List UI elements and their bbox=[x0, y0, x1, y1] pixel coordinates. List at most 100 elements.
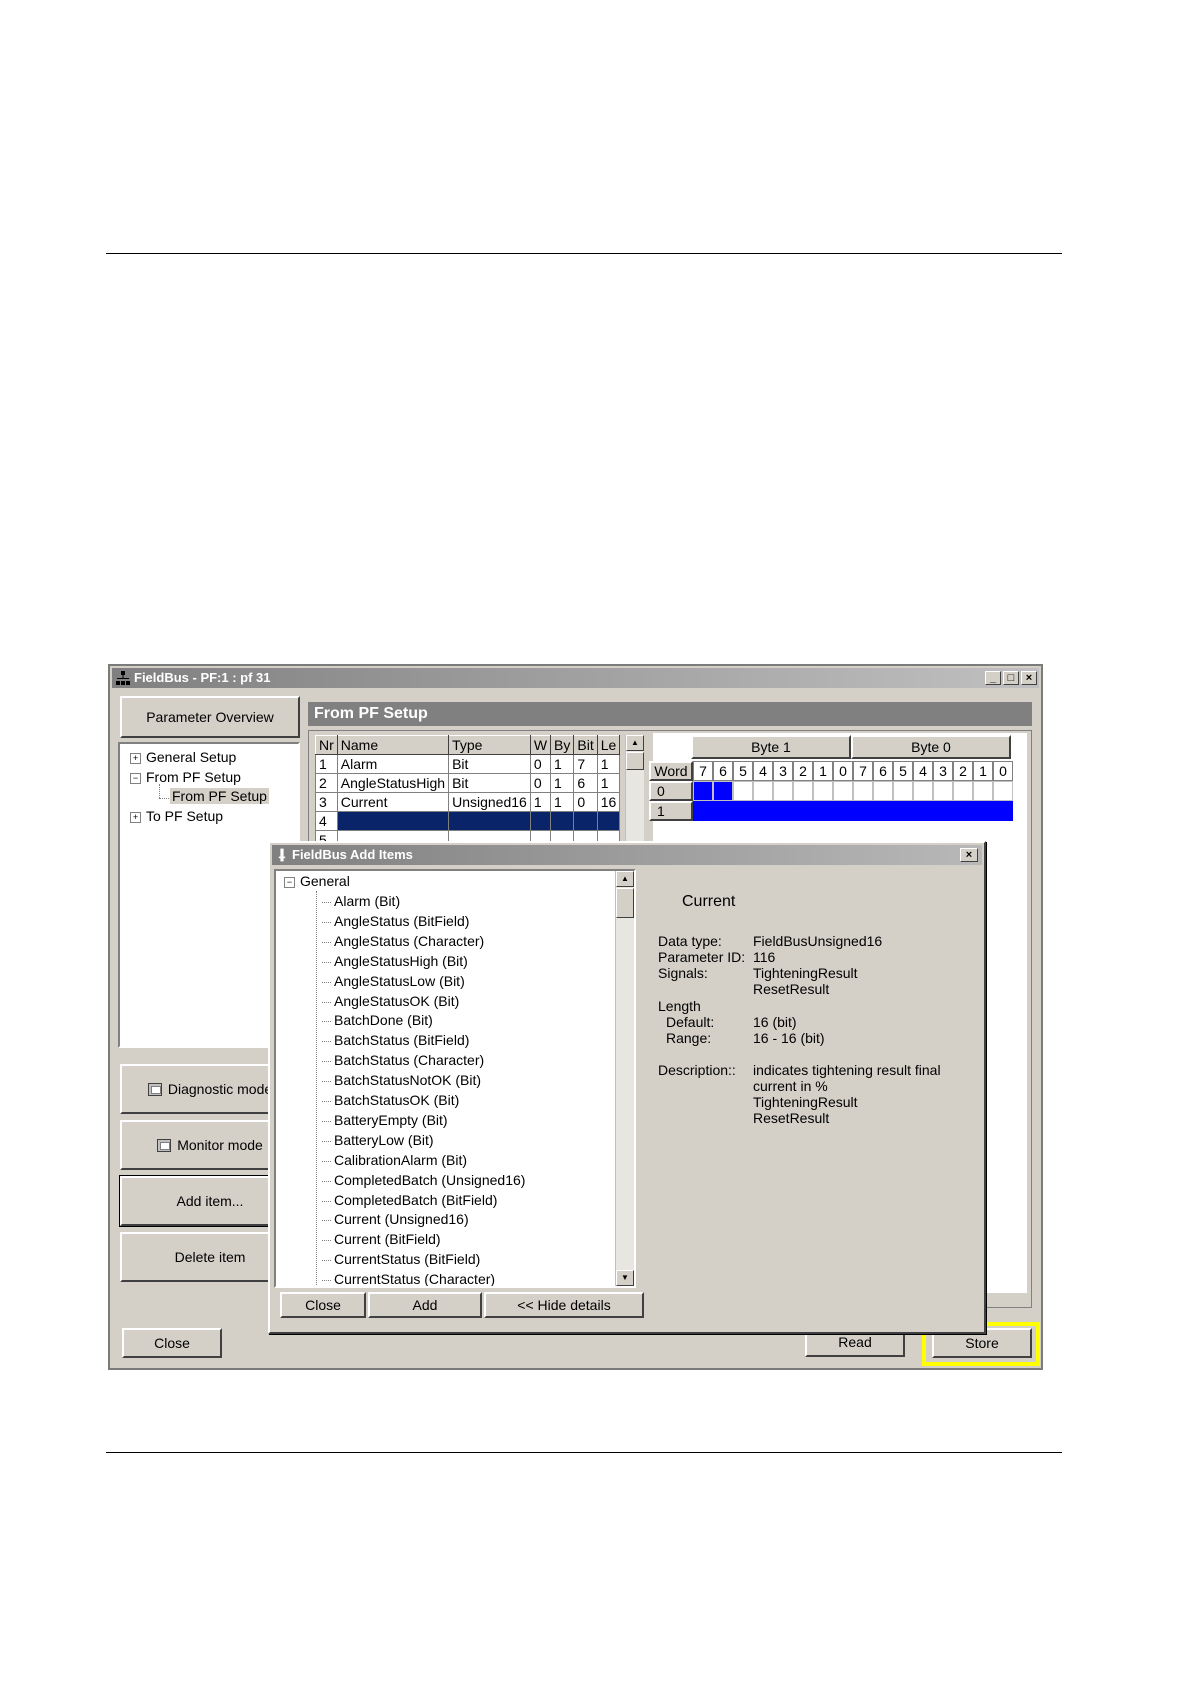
bit-cell[interactable] bbox=[853, 781, 873, 801]
list-item[interactable]: AngleStatus (BitField) bbox=[321, 913, 469, 929]
close-icon[interactable]: × bbox=[1021, 671, 1037, 685]
scroll-up-icon[interactable]: ▲ bbox=[616, 871, 634, 887]
hide-details-button[interactable]: << Hide details bbox=[484, 1292, 644, 1318]
list-item[interactable]: CompletedBatch (BitField) bbox=[321, 1192, 497, 1208]
bit-cell[interactable] bbox=[753, 781, 773, 801]
maximize-icon[interactable]: □ bbox=[1003, 671, 1019, 685]
bit-cell[interactable] bbox=[793, 781, 813, 801]
word-row-0: 0 bbox=[649, 781, 693, 801]
column-header[interactable]: Bit bbox=[573, 735, 598, 755]
items-table[interactable]: Nr Name Type W By Bit Le 1 Alarm Bit 0171 … bbox=[315, 735, 621, 850]
list-item[interactable]: BatchStatusOK (Bit) bbox=[321, 1092, 459, 1108]
monitor-icon bbox=[157, 1138, 172, 1152]
default-label: Default: bbox=[666, 1014, 715, 1030]
list-item[interactable]: AngleStatusOK (Bit) bbox=[321, 993, 459, 1009]
list-item[interactable]: CompletedBatch (Unsigned16) bbox=[321, 1172, 525, 1188]
expand-icon[interactable]: + bbox=[130, 752, 141, 764]
collapse-icon[interactable]: − bbox=[130, 772, 141, 784]
bit-column-header: 2 bbox=[953, 761, 973, 781]
bit-cell[interactable] bbox=[873, 781, 893, 801]
column-header[interactable]: W bbox=[529, 735, 552, 755]
items-table-scrollbar[interactable]: ▲ bbox=[625, 735, 644, 845]
monitor-icon bbox=[147, 1082, 162, 1096]
scroll-up-icon[interactable]: ▲ bbox=[626, 735, 644, 751]
bit-cell[interactable] bbox=[993, 781, 1013, 801]
expand-icon[interactable]: + bbox=[130, 811, 141, 823]
window-titlebar[interactable]: FieldBus - PF:1 : pf 31 _ □ × bbox=[112, 668, 1039, 688]
bit-cell[interactable] bbox=[693, 781, 713, 801]
signals-label: Signals: bbox=[658, 965, 708, 981]
list-item[interactable]: CurrentStatus (BitField) bbox=[321, 1251, 480, 1267]
list-item[interactable]: AngleStatusHigh (Bit) bbox=[322, 953, 468, 969]
list-item[interactable]: CalibrationAlarm (Bit) bbox=[321, 1152, 467, 1168]
list-item[interactable]: BatchStatus (Character) bbox=[321, 1052, 484, 1068]
bit-cell[interactable] bbox=[913, 781, 933, 801]
list-item[interactable]: AngleStatusLow (Bit) bbox=[322, 973, 465, 989]
list-item[interactable]: BatchStatusNotOK (Bit) bbox=[321, 1072, 481, 1088]
column-header[interactable]: Type bbox=[448, 735, 531, 755]
table-row[interactable]: 2 AngleStatusHigh Bit 0161 bbox=[315, 773, 621, 793]
dialog-close-button[interactable]: Close bbox=[280, 1292, 366, 1318]
bit-cell[interactable] bbox=[953, 781, 973, 801]
parameter-id-label: Parameter ID: bbox=[658, 949, 746, 965]
description-value: current in % bbox=[753, 1078, 828, 1094]
dialog-titlebar[interactable]: FieldBus Add Items × bbox=[272, 845, 982, 865]
list-item[interactable]: BatteryLow (Bit) bbox=[322, 1132, 434, 1148]
table-row[interactable]: 1 Alarm Bit 0171 bbox=[315, 754, 621, 774]
tree-item-from-pf-setup-child[interactable]: From PF Setup bbox=[170, 788, 269, 804]
bit-cell[interactable] bbox=[893, 781, 913, 801]
column-header[interactable]: Le bbox=[596, 735, 621, 755]
window-title: FieldBus - PF:1 : pf 31 bbox=[134, 670, 271, 685]
group-general[interactable]: − General bbox=[284, 873, 350, 889]
bit-cell[interactable] bbox=[713, 781, 733, 801]
bit-column-header: 3 bbox=[773, 761, 793, 781]
top-rule bbox=[106, 253, 1062, 254]
word-1-bits-used bbox=[693, 801, 1013, 821]
byte0-header: Byte 0 bbox=[851, 735, 1011, 759]
bit-cell[interactable] bbox=[773, 781, 793, 801]
tree-item-general-setup[interactable]: + General Setup bbox=[130, 749, 236, 765]
description-value: TighteningResult bbox=[753, 1094, 858, 1110]
bit-column-header: 3 bbox=[933, 761, 953, 781]
list-item[interactable]: CurrentStatus (Character) bbox=[321, 1271, 495, 1286]
bit-cell[interactable] bbox=[833, 781, 853, 801]
list-item[interactable]: BatchDone (Bit) bbox=[322, 1012, 433, 1028]
column-header[interactable]: By bbox=[550, 735, 575, 755]
bit-cell[interactable] bbox=[933, 781, 953, 801]
close-button[interactable]: Close bbox=[122, 1328, 222, 1358]
dialog-add-button[interactable]: Add bbox=[368, 1292, 482, 1318]
list-item[interactable]: AngleStatus (Character) bbox=[321, 933, 484, 949]
items-list[interactable]: − General Alarm (Bit) AngleStatus (BitFiel… bbox=[274, 869, 636, 1288]
bit-cell[interactable] bbox=[973, 781, 993, 801]
bit-cell[interactable] bbox=[813, 781, 833, 801]
list-item[interactable]: Current (BitField) bbox=[322, 1231, 441, 1247]
signal-value: TighteningResult bbox=[753, 965, 858, 981]
minimize-icon[interactable]: _ bbox=[985, 671, 1001, 685]
scroll-thumb[interactable] bbox=[626, 752, 644, 770]
word-column-header: Word bbox=[649, 761, 693, 781]
bit-column-header: 4 bbox=[913, 761, 933, 781]
items-list-scrollbar[interactable]: ▲ ▼ bbox=[615, 871, 634, 1286]
section-header: From PF Setup bbox=[308, 702, 1032, 726]
bit-column-header: 7 bbox=[853, 761, 873, 781]
list-item[interactable]: BatchStatus (BitField) bbox=[321, 1032, 469, 1048]
bit-cell[interactable] bbox=[733, 781, 753, 801]
table-row[interactable]: 3 Current Unsigned16 1 1 0 16 bbox=[315, 792, 621, 812]
bit-column-header: 1 bbox=[973, 761, 993, 781]
tree-item-from-pf-setup[interactable]: − From PF Setup bbox=[130, 769, 241, 785]
list-item[interactable]: BatteryEmpty (Bit) bbox=[322, 1112, 448, 1128]
scroll-down-icon[interactable]: ▼ bbox=[616, 1270, 634, 1286]
list-item[interactable]: Alarm (Bit) bbox=[321, 893, 400, 909]
parameter-overview-button[interactable]: Parameter Overview bbox=[120, 696, 300, 738]
dialog-close-icon[interactable]: × bbox=[960, 848, 978, 862]
table-row-selected[interactable]: 4 bbox=[315, 811, 621, 831]
column-header[interactable]: Nr bbox=[315, 735, 338, 755]
bit-column-header: 6 bbox=[713, 761, 733, 781]
scroll-thumb[interactable] bbox=[616, 888, 634, 918]
list-item[interactable]: Current (Unsigned16) bbox=[322, 1211, 469, 1227]
tree-item-to-pf-setup[interactable]: + To PF Setup bbox=[130, 808, 223, 824]
column-header[interactable]: Name bbox=[336, 735, 450, 755]
bit-column-header: 1 bbox=[813, 761, 833, 781]
collapse-icon[interactable]: − bbox=[284, 876, 295, 888]
byte1-header: Byte 1 bbox=[691, 735, 851, 759]
